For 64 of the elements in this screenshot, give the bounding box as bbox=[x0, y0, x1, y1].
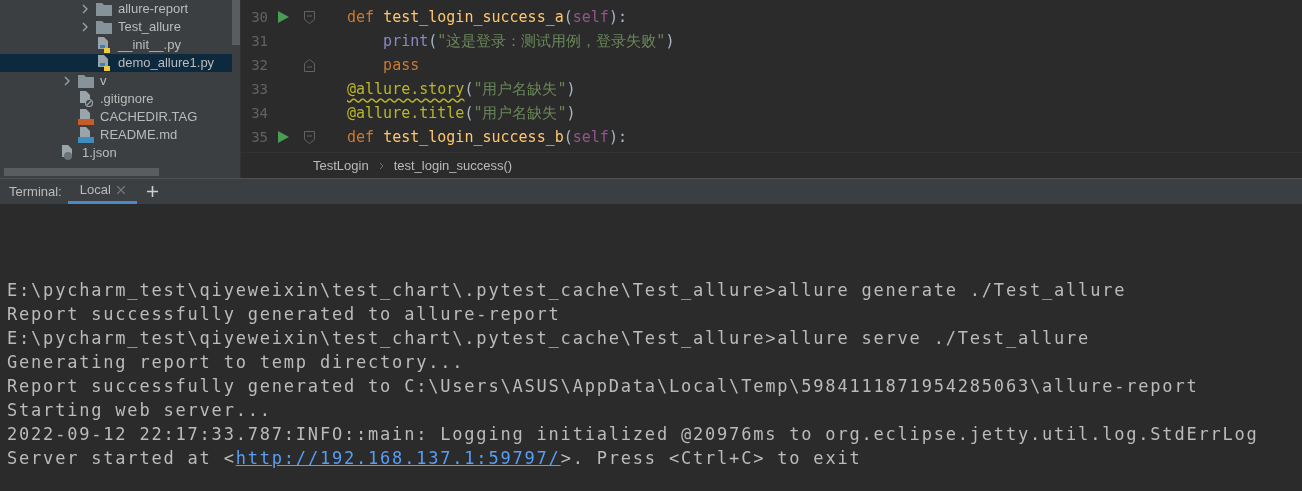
terminal-line: Starting web server... bbox=[7, 399, 273, 422]
python-file-icon bbox=[96, 37, 112, 53]
tree-item[interactable]: v bbox=[0, 72, 232, 90]
code-line: @allure.title("用户名缺失") bbox=[346, 102, 576, 124]
tree-item[interactable]: README.md bbox=[0, 126, 232, 144]
line-number: 32 bbox=[250, 55, 268, 75]
fold-icon[interactable] bbox=[303, 130, 315, 144]
tree-item[interactable]: __init__.py bbox=[0, 36, 232, 54]
folder-icon bbox=[78, 74, 94, 88]
tree-item-label: demo_allure1.py bbox=[118, 54, 215, 73]
close-icon[interactable] bbox=[116, 186, 125, 194]
code-line: pass bbox=[382, 54, 420, 76]
terminal-line: E:\pycharm_test\qiyeweixin\test_chart\.pytest_cache\Test_allure>allure serve ./Test_allure bbox=[7, 327, 1092, 350]
tree-item[interactable]: 1.json bbox=[0, 144, 232, 162]
run-icon[interactable] bbox=[277, 131, 289, 143]
terminal-label: Terminal: bbox=[8, 182, 63, 201]
terminal-tab[interactable]: Local bbox=[67, 179, 137, 204]
tree-item-label: 1.json bbox=[82, 144, 117, 163]
line-number: 35 bbox=[250, 127, 268, 147]
tree-item-label: .gitignore bbox=[100, 90, 154, 109]
tree-item-label: README.md bbox=[100, 126, 178, 145]
code-line: def test_login_success_b(self): bbox=[346, 126, 627, 148]
terminal-line: Report successfully generated to allure-report bbox=[7, 303, 562, 326]
tree-item-label: Test_allure bbox=[118, 18, 181, 37]
tree-item[interactable]: .gitignore bbox=[0, 90, 232, 108]
url-link[interactable]: http://192.168.137.1:59797/ bbox=[235, 448, 561, 468]
breadcrumb-item[interactable]: test_login_success() bbox=[393, 155, 513, 176]
tree-item-label: allure-report bbox=[118, 0, 189, 19]
code-line: @allure.story("用户名缺失") bbox=[346, 78, 576, 100]
code-line: print("这是登录：测试用例，登录失败") bbox=[382, 30, 675, 52]
run-icon[interactable] bbox=[277, 11, 289, 23]
breadcrumb-item[interactable]: TestLogin bbox=[313, 155, 369, 176]
chevron-icon[interactable] bbox=[63, 76, 71, 86]
tree-item[interactable]: demo_allure1.py bbox=[0, 54, 232, 72]
line-number: 30 bbox=[250, 7, 268, 27]
chevron-icon[interactable] bbox=[81, 4, 89, 14]
terminal-line: 2022-09-12 22:17:33.787:INFO::main: Logging initialized @20976ms to org.eclipse.jetty.util.log.StdErrLog bbox=[7, 423, 1260, 446]
tree-item[interactable]: allure-report bbox=[0, 0, 232, 18]
tree-item-label: v bbox=[100, 72, 107, 91]
tree-item[interactable]: Test_allure bbox=[0, 18, 232, 36]
terminal-line: Report successfully generated to C:\Users\ASUS\AppData\Local\Temp\5984111871954285063\allure-report bbox=[7, 375, 1200, 398]
folder-icon bbox=[96, 20, 112, 34]
line-number: 31 bbox=[250, 31, 268, 51]
tree-item-label: __init__.py bbox=[118, 36, 181, 55]
jsp-file-icon bbox=[78, 109, 94, 125]
line-number: 33 bbox=[250, 79, 268, 99]
chevron-icon bbox=[378, 161, 384, 170]
ignored-file-icon bbox=[78, 91, 94, 107]
scrollbar[interactable] bbox=[4, 168, 159, 176]
fold-icon[interactable] bbox=[303, 10, 315, 24]
fold-icon[interactable] bbox=[303, 58, 315, 72]
python-file-icon bbox=[96, 55, 112, 71]
scrollbar[interactable] bbox=[232, 0, 240, 45]
line-number: 34 bbox=[250, 103, 268, 123]
terminal-line: E:\pycharm_test\qiyeweixin\test_chart\.pytest_cache\Test_allure>allure generate ./Test_allure bbox=[7, 279, 1128, 302]
markdown-file-icon bbox=[78, 127, 94, 143]
tree-item[interactable]: CACHEDIR.TAG bbox=[0, 108, 232, 126]
tree-item-label: CACHEDIR.TAG bbox=[100, 108, 198, 127]
folder-icon bbox=[96, 2, 112, 16]
code-line: def test_login_success_a(self): bbox=[346, 6, 627, 28]
add-icon[interactable] bbox=[146, 186, 158, 197]
chevron-icon[interactable] bbox=[81, 22, 89, 32]
terminal-line: Server started at <http://192.168.137.1:59797/>. Press <Ctrl+C> to exit bbox=[7, 447, 863, 470]
terminal-line: Generating report to temp directory... bbox=[7, 351, 466, 374]
